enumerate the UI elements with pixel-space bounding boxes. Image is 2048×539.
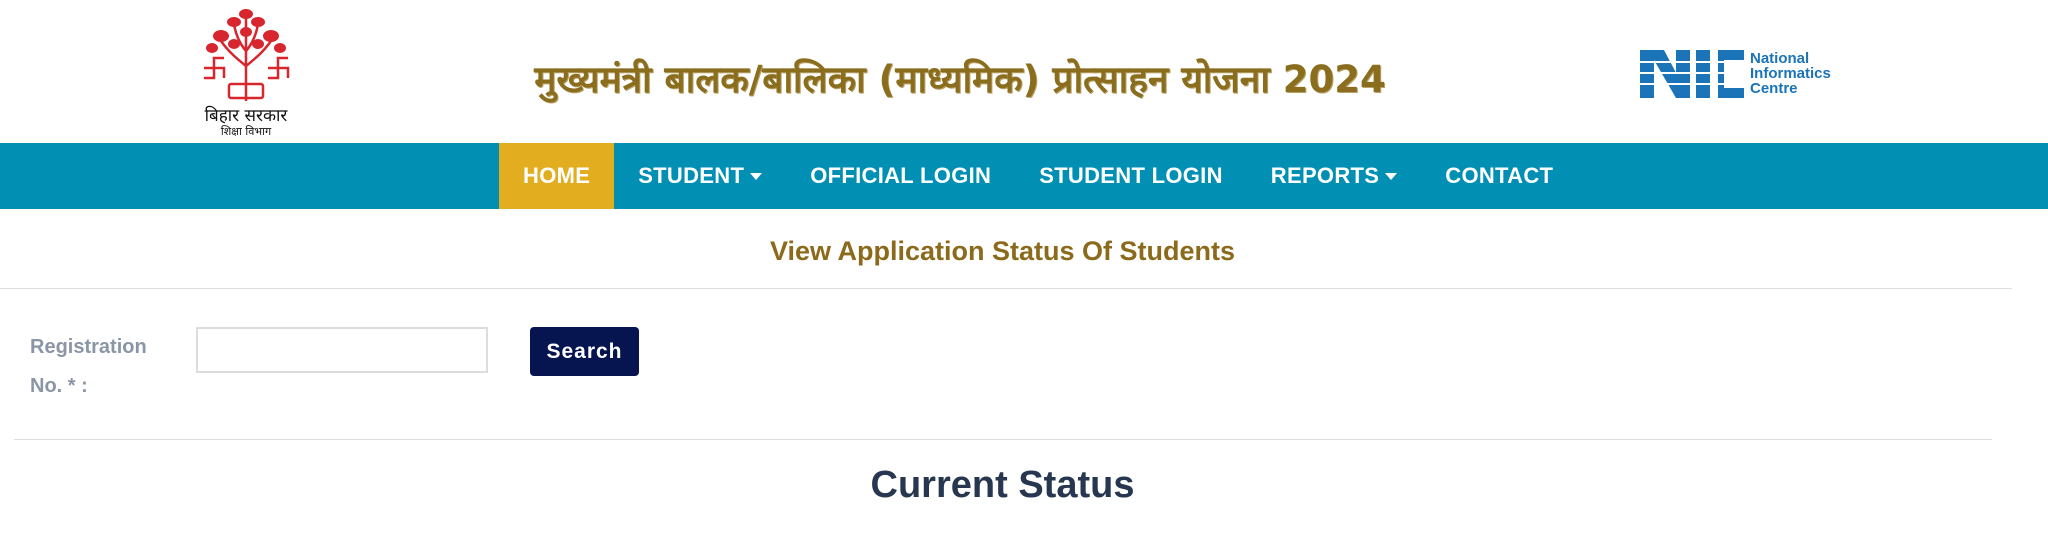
search-button[interactable]: Search [530, 327, 639, 376]
registration-no-label: Registration No. * : [30, 336, 147, 397]
divider [14, 439, 1992, 440]
nav-student-login-label: STUDENT LOGIN [1039, 163, 1223, 188]
bihar-government-emblem: बिहार सरकार शिक्षा विभाग [190, 6, 302, 142]
nav-student-label: STUDENT [638, 163, 745, 188]
nav-official-login[interactable]: OFFICIAL LOGIN [786, 143, 1015, 209]
nav-contact-label: CONTACT [1445, 163, 1554, 188]
site-header: बिहार सरकार शिक्षा विभाग मुख्यमंत्री बाल… [0, 0, 2048, 143]
nav-official-login-label: OFFICIAL LOGIN [810, 163, 992, 188]
nav-home[interactable]: HOME [499, 143, 615, 209]
divider [0, 288, 2012, 289]
bodhi-tree-emblem-icon [204, 9, 290, 101]
caret-down-icon [750, 172, 763, 180]
page-heading: View Application Status Of Students [769, 236, 1236, 266]
current-status-heading: Current Status [870, 464, 1135, 506]
nic-line2: Informatics [1750, 65, 1831, 82]
nav-menu: HOME STUDENT OFFICIAL LOGIN STUDENT LOGI… [499, 143, 1577, 209]
emblem-caption-line1: बिहार सरकार [204, 106, 288, 126]
emblem-caption-line2: शिक्षा विभाग [220, 125, 272, 138]
nav-reports-dropdown[interactable]: REPORTS [1247, 143, 1421, 209]
main-navbar: HOME STUDENT OFFICIAL LOGIN STUDENT LOGI… [0, 143, 2048, 209]
nav-student-login[interactable]: STUDENT LOGIN [1015, 143, 1247, 209]
nav-reports-label: REPORTS [1270, 163, 1380, 188]
registration-no-input[interactable] [196, 327, 488, 373]
nic-logo-mark-icon [1640, 50, 1744, 98]
nav-contact[interactable]: CONTACT [1421, 143, 1577, 209]
nic-logo-text: National Informatics Centre [1750, 51, 1831, 96]
nic-line3: Centre [1750, 80, 1798, 97]
caret-down-icon [1385, 172, 1398, 180]
site-title: मुख्यमंत्री बालक/बालिका (माध्यमिक) प्रोत… [534, 58, 1386, 101]
nic-line1: National [1750, 50, 1810, 67]
nav-home-label: HOME [523, 163, 591, 188]
nav-student-dropdown[interactable]: STUDENT [614, 143, 786, 209]
nic-logo: National Informatics Centre [1640, 50, 1860, 102]
